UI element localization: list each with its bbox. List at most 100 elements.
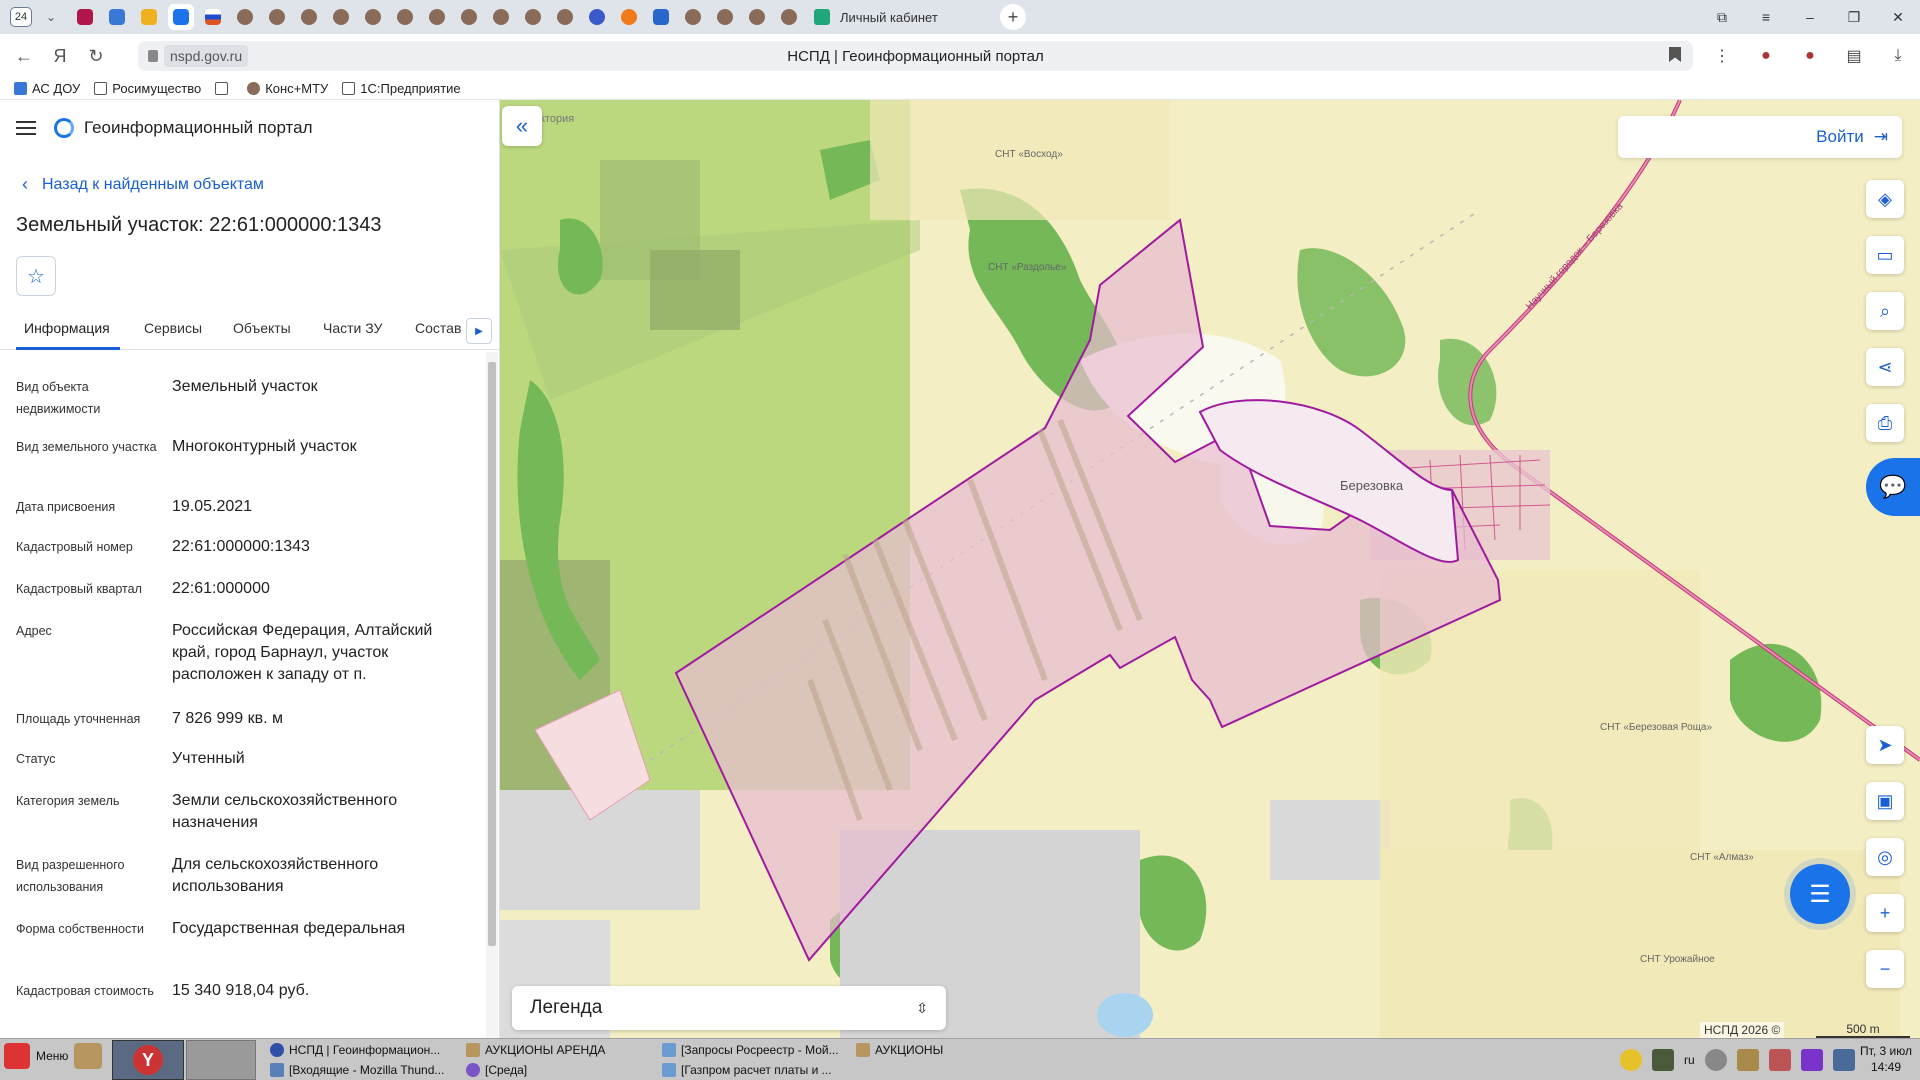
pinned-tab[interactable] [296,4,322,30]
new-tab-button[interactable]: + [1000,4,1026,30]
pinned-tab[interactable] [552,4,578,30]
pinned-tab[interactable] [200,4,226,30]
sidebar-icon[interactable]: ▤ [1832,46,1876,66]
navigation-icon[interactable]: ➤ [1866,726,1904,764]
more-icon[interactable]: ⋮ [1700,46,1744,66]
bookmark-item[interactable] [215,82,233,95]
map-label: СНТ Урожайное [1640,954,1715,965]
pinned-tab[interactable] [648,4,674,30]
tab-information[interactable]: Информация [24,320,110,336]
back-to-results-link[interactable]: ‹ Назад к найденным объектам [22,174,264,195]
monitor-icon[interactable] [1652,1049,1674,1071]
clipboard-icon[interactable] [1736,1049,1759,1071]
map-label: СНТ «Восход» [995,149,1063,160]
taskbar-window[interactable]: НСПД | Геоинформацион... [270,1041,460,1059]
bookmark-item[interactable]: АС ДОУ [14,81,80,96]
favorites-star-icon[interactable] [1620,1049,1642,1071]
tab-objects[interactable]: Объекты [233,320,291,336]
pinned-tab[interactable] [680,4,706,30]
legend-dropdown[interactable]: Легенда ⇳ [512,986,946,1030]
tab-composition[interactable]: Состав [415,320,461,336]
expand-collapse-icon: ⇳ [916,999,928,1016]
bookmark-icon[interactable] [1669,47,1681,62]
zoom-in-button[interactable]: + [1866,894,1904,932]
assistant-button[interactable]: 💬 [1866,458,1920,516]
extension-icon[interactable]: ● [1788,47,1832,65]
file-manager-icon[interactable] [74,1043,103,1069]
bookmark-item[interactable]: Росимущество [94,81,201,96]
taskbar-window[interactable]: [Входящие - Mozilla Thund... [270,1061,460,1079]
extension-icon[interactable]: ● [1744,47,1788,65]
restore-button[interactable]: ❐ [1832,9,1876,26]
chat-support-button[interactable]: ☰ [1790,864,1850,924]
print-icon[interactable]: ⎙ [1866,404,1904,442]
favorite-star-button[interactable]: ☆ [16,256,56,296]
pinned-tab[interactable] [456,4,482,30]
clock[interactable]: Пт, 3 июл 14:49 [1856,1043,1916,1075]
url-field[interactable]: nspd.gov.ru НСПД | Геоинформационный пор… [138,41,1693,71]
zoom-out-button[interactable]: − [1866,950,1904,988]
volume-icon[interactable] [1704,1049,1727,1071]
taskbar-blank-slot[interactable] [186,1040,256,1080]
taskbar-window[interactable]: [Среда] [466,1061,656,1079]
minimize-button[interactable]: – [1788,9,1832,25]
tabs-scroll-right-icon[interactable]: ▶ [466,318,492,344]
pinned-tab[interactable] [232,4,258,30]
app-tray-icon[interactable] [1768,1049,1791,1071]
taskbar-window[interactable]: АУКЦИОНЫ [856,1041,1046,1059]
menu-icon[interactable]: ≡ [1744,9,1788,25]
area-search-icon[interactable]: ⌕ [1866,292,1904,330]
scrollbar-thumb[interactable] [488,362,496,946]
pinned-tab[interactable] [264,4,290,30]
pinned-tab[interactable] [424,4,450,30]
pinned-tab[interactable] [360,4,386,30]
yandex-browser-taskbar-button[interactable]: Y [112,1040,184,1080]
bookmark-item[interactable]: Конс+МТУ [247,81,328,96]
geolocation-icon[interactable]: ◎ [1866,838,1904,876]
browser-toolbar-right: ⋮ ● ● ▤ ⤓ [1700,34,1920,78]
network-icon[interactable] [1832,1049,1855,1071]
pinned-tab[interactable] [136,4,162,30]
pinned-tab[interactable] [328,4,354,30]
minimap-icon[interactable]: ▣ [1866,782,1904,820]
yandex-icon[interactable]: Я [42,38,78,74]
map-label: ктория [540,113,574,125]
start-menu-button[interactable]: Меню [4,1043,103,1069]
pinned-tab-active[interactable] [168,4,194,30]
tab-services[interactable]: Сервисы [144,320,202,336]
share-icon[interactable]: ⋖ [1866,348,1904,386]
ruler-icon[interactable]: ▭ [1866,236,1904,274]
reload-icon[interactable]: ↻ [78,38,114,74]
tab-personal-cabinet[interactable]: Личный кабинет [814,4,994,30]
collapse-panel-button[interactable]: « [502,106,542,146]
pinned-tab[interactable] [104,4,130,30]
bookmark-item[interactable]: 1С:Предприятие [342,81,461,96]
hamburger-menu-icon[interactable] [16,121,36,135]
downloads-icon[interactable]: ⤓ [1876,47,1920,65]
taskbar-window[interactable]: [Газпром расчет платы и ... [662,1061,852,1079]
map-label: СНТ «Березовая Роща» [1600,722,1712,733]
taskbar-window[interactable]: [Запросы Росреестр - Мой... [662,1041,852,1059]
pinned-tab[interactable] [616,4,642,30]
pinned-tab[interactable] [712,4,738,30]
panel-scrollbar[interactable] [486,352,498,1038]
pinned-tab[interactable] [392,4,418,30]
sreda-tray-icon[interactable] [1800,1049,1823,1071]
pinned-tab[interactable] [584,4,610,30]
pinned-tab[interactable] [72,4,98,30]
collections-icon[interactable]: ⧉ [1700,9,1744,26]
tab-parts[interactable]: Части ЗУ [323,320,382,336]
pinned-tab[interactable] [744,4,770,30]
pinned-tab[interactable] [488,4,514,30]
tab-count-badge[interactable]: 24 [10,7,32,27]
map-canvas[interactable]: ктория СНТ «Восход» СНТ «Раздолье» Берез… [500,100,1920,1038]
close-button[interactable]: ✕ [1876,9,1920,26]
pinned-tab[interactable] [776,4,802,30]
tab-list-chevron-icon[interactable]: ⌄ [40,6,62,28]
back-arrow-icon[interactable]: ← [6,38,42,74]
taskbar-window[interactable]: АУКЦИОНЫ АРЕНДА [466,1041,656,1059]
pinned-tab[interactable] [520,4,546,30]
layers-icon[interactable]: ◈ [1866,180,1904,218]
keyboard-layout-indicator[interactable]: ru [1684,1053,1695,1067]
login-button[interactable]: Войти ⇥ [1618,116,1902,158]
